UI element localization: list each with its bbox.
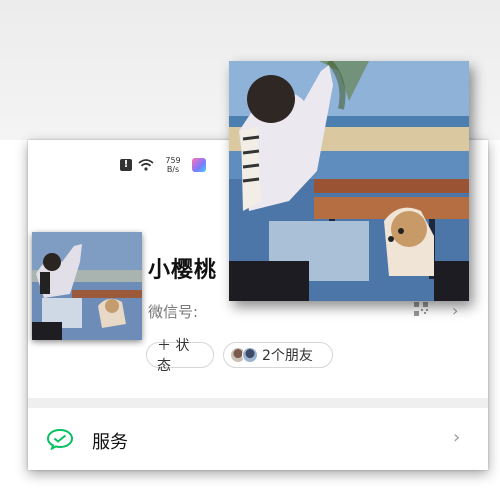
speed-value: 759 <box>165 156 181 165</box>
photo-image <box>229 61 469 301</box>
friend-avatars <box>230 347 258 363</box>
profile-name: 小樱桃 <box>148 258 218 283</box>
wechat-id-label[interactable]: 微信号: <box>148 301 198 322</box>
chevron-right-icon[interactable]: › <box>452 301 458 320</box>
avatar[interactable] <box>32 232 142 340</box>
app-icon <box>192 158 206 172</box>
wifi-icon <box>138 159 154 171</box>
chevron-right-icon: › <box>453 427 461 448</box>
status-bar: ! 759 B/s <box>120 152 206 178</box>
qr-code-icon[interactable] <box>414 302 428 316</box>
speed-unit: B/s <box>166 165 180 174</box>
photo-overlay <box>229 61 469 301</box>
friend-avatar <box>242 347 258 363</box>
network-speed: 759 B/s <box>160 156 186 174</box>
section-divider <box>28 398 488 408</box>
menu-item-service[interactable]: 服务 › <box>28 408 488 470</box>
friends-label: 2个朋友 <box>262 348 313 364</box>
wechat-pay-icon <box>46 428 74 450</box>
add-status-button[interactable]: ＋ 状态 <box>146 338 214 374</box>
alert-icon: ! <box>120 159 132 171</box>
avatar-image <box>32 232 142 340</box>
friends-status-button[interactable]: 2个朋友 <box>223 342 333 368</box>
menu-item-service-label: 服务 <box>92 432 128 453</box>
